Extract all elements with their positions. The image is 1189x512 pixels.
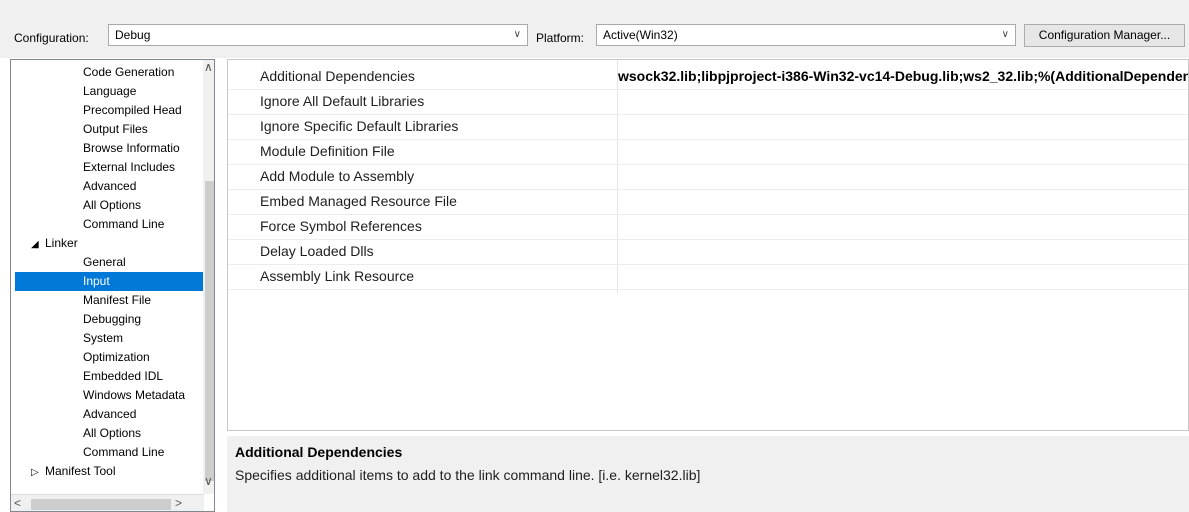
property-row[interactable]: Add Module to Assembly — [228, 164, 1188, 190]
scroll-left-icon[interactable]: < — [14, 496, 21, 510]
scroll-up-icon[interactable]: ∧ — [204, 60, 213, 74]
property-value[interactable]: wsock32.lib;libpjproject-i386-Win32-vc14… — [618, 64, 1188, 89]
configuration-value: Debug — [115, 28, 151, 42]
property-row[interactable]: Embed Managed Resource File — [228, 189, 1188, 215]
tree-item-language[interactable]: Language — [83, 82, 136, 101]
tree-horizontal-scrollbar[interactable]: < > — [11, 494, 204, 511]
tree-item-optimization[interactable]: Optimization — [83, 348, 150, 367]
tree-item-external-includes[interactable]: External Includes — [83, 158, 175, 177]
property-row[interactable]: Ignore All Default Libraries — [228, 89, 1188, 115]
tree-vertical-scroll-thumb[interactable] — [205, 181, 214, 481]
property-name: Assembly Link Resource — [260, 268, 415, 284]
tree-item-embedded-idl[interactable]: Embedded IDL — [83, 367, 163, 386]
property-row[interactable]: Delay Loaded Dlls — [228, 239, 1188, 265]
tree-item-input[interactable]: Input — [15, 272, 203, 291]
property-name: Embed Managed Resource File — [260, 193, 457, 209]
tree-item-advanced[interactable]: Advanced — [83, 177, 136, 196]
tree-item-manifest-tool[interactable]: ▷ Manifest Tool — [31, 462, 115, 481]
property-row[interactable]: Module Definition File — [228, 139, 1188, 165]
property-name: Delay Loaded Dlls — [260, 243, 374, 259]
platform-dropdown[interactable]: Active(Win32) ∨ — [596, 24, 1016, 46]
chevron-down-icon: ∨ — [1001, 29, 1009, 40]
configuration-dropdown[interactable]: Debug ∨ — [108, 24, 528, 46]
tree-item-all-options[interactable]: All Options — [83, 196, 141, 215]
scroll-down-icon[interactable]: ∨ — [204, 474, 213, 488]
property-name: Ignore All Default Libraries — [260, 93, 425, 109]
tree-item-windows-metadata[interactable]: Windows Metadata — [83, 386, 193, 405]
property-name: Add Module to Assembly — [260, 168, 415, 184]
property-tree: Code Generation Language Precompiled Hea… — [10, 59, 215, 512]
platform-value: Active(Win32) — [603, 28, 678, 42]
property-row[interactable]: Ignore Specific Default Libraries — [228, 114, 1188, 140]
property-row[interactable]: Additional Dependencies wsock32.lib;libp… — [228, 64, 1188, 90]
scroll-right-icon[interactable]: > — [175, 496, 182, 510]
platform-label: Platform: — [536, 31, 585, 45]
tree-item-output-files[interactable]: Output Files — [83, 120, 148, 139]
tree-item-command-line-linker[interactable]: Command Line — [83, 443, 164, 462]
description-title: Additional Dependencies — [235, 444, 403, 460]
tree-item-code-generation[interactable]: Code Generation — [83, 63, 174, 82]
expanded-triangle-icon[interactable]: ◢ — [31, 235, 45, 253]
description-panel: Additional Dependencies Specifies additi… — [227, 436, 1189, 512]
property-name: Module Definition File — [260, 143, 395, 159]
collapsed-triangle-icon[interactable]: ▷ — [31, 463, 45, 481]
tree-item-all-options-linker[interactable]: All Options — [83, 424, 141, 443]
tree-item-general[interactable]: General — [83, 253, 126, 272]
tree-item-advanced-linker[interactable]: Advanced — [83, 405, 136, 424]
configuration-manager-button[interactable]: Configuration Manager... — [1024, 24, 1185, 47]
property-row[interactable]: Force Symbol References — [228, 214, 1188, 240]
tree-item-linker[interactable]: ◢ Linker — [31, 234, 78, 253]
tree-item-precompiled-headers[interactable]: Precompiled Head — [83, 101, 193, 120]
property-name: Force Symbol References — [260, 218, 422, 234]
tree-item-browse-information[interactable]: Browse Informatio — [83, 139, 193, 158]
configuration-label: Configuration: — [14, 31, 89, 45]
tree-horizontal-scroll-thumb[interactable] — [31, 499, 171, 510]
tree-item-command-line[interactable]: Command Line — [83, 215, 164, 234]
tree-item-system[interactable]: System — [83, 329, 123, 348]
property-name: Additional Dependencies — [260, 68, 415, 84]
chevron-down-icon: ∨ — [513, 29, 521, 40]
property-row[interactable]: Assembly Link Resource — [228, 264, 1188, 290]
description-text: Specifies additional items to add to the… — [235, 467, 701, 483]
tree-vertical-scrollbar[interactable]: ∧ ∨ — [203, 60, 214, 494]
property-grid: Additional Dependencies wsock32.lib;libp… — [227, 59, 1189, 431]
tree-item-manifest-file[interactable]: Manifest File — [83, 291, 151, 310]
tree-item-debugging[interactable]: Debugging — [83, 310, 141, 329]
configuration-toolbar: Configuration: Debug ∨ Platform: Active(… — [0, 0, 1189, 58]
property-name: Ignore Specific Default Libraries — [260, 118, 459, 134]
